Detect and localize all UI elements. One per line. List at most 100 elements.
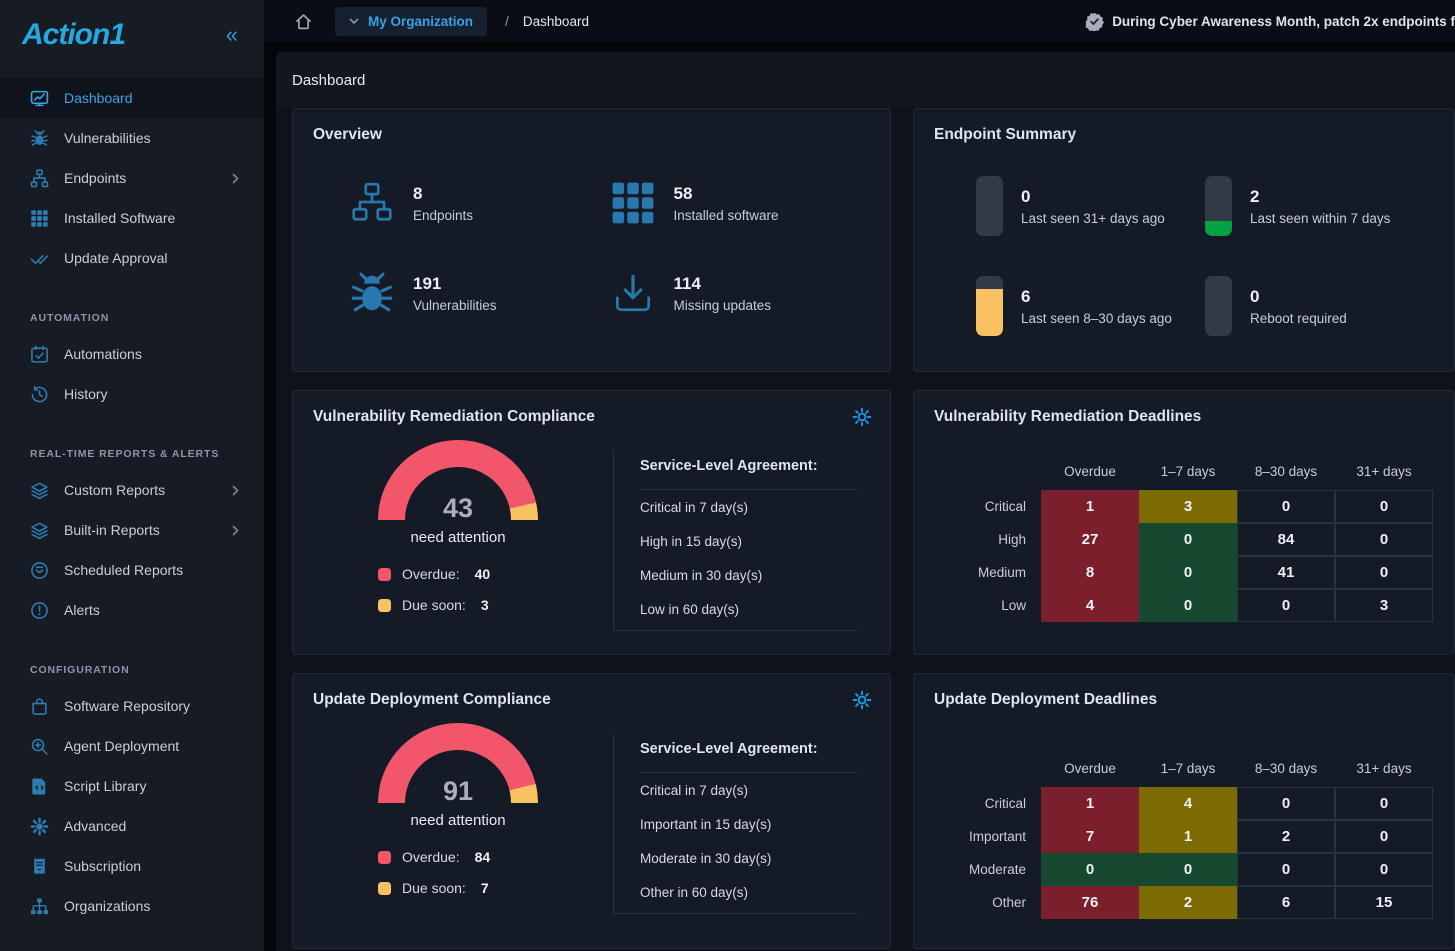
table-cell: 84 <box>1237 523 1335 556</box>
bag-icon <box>30 697 49 716</box>
sidebar-item-software-repository[interactable]: Software Repository <box>0 686 264 726</box>
sidebar-item-label: History <box>64 386 108 402</box>
invoice-icon <box>30 857 49 876</box>
org-chart-icon <box>30 897 49 916</box>
double-check-icon <box>30 249 49 268</box>
card-title: Endpoint Summary <box>934 126 1434 144</box>
stat-label: Vulnerabilities <box>413 298 497 313</box>
chevron-right-icon <box>232 525 240 536</box>
magnifier-plus-icon <box>30 737 49 756</box>
table-cell: 1 <box>1139 820 1237 853</box>
gauge-value: 43 <box>378 493 538 520</box>
action1-logo: Action1 <box>22 18 125 52</box>
network-icon <box>30 169 49 188</box>
sidebar-item-installed-software[interactable]: Installed Software <box>0 198 264 238</box>
stat-label: Last seen within 7 days <box>1250 211 1390 226</box>
table-cell: 0 <box>1335 820 1433 853</box>
sidebar-item-label: Agent Deployment <box>64 738 179 754</box>
sla-item: High in 15 day(s) <box>640 524 858 558</box>
row-label: Low <box>934 589 1041 622</box>
table-cell: 0 <box>1139 523 1237 556</box>
collapse-sidebar-icon[interactable]: « <box>226 24 244 46</box>
legend-due-soon: Due soon:7 <box>378 880 538 896</box>
stat-installed-software: 58Installed software <box>610 180 871 226</box>
sidebar-item-built-in-reports[interactable]: Built-in Reports <box>0 510 264 550</box>
stat-missing-updates: 114Missing updates <box>610 270 871 316</box>
update-deadlines-card: Update Deployment Deadlines Overdue 1–7 … <box>913 673 1455 949</box>
sidebar-item-label: Vulnerabilities <box>64 130 151 146</box>
chevron-right-icon <box>232 173 240 184</box>
card-settings-gear-icon[interactable] <box>852 407 872 427</box>
sidebar-item-custom-reports[interactable]: Custom Reports <box>0 470 264 510</box>
sidebar-item-subscription[interactable]: Subscription <box>0 846 264 886</box>
table-cell: 0 <box>1335 523 1433 556</box>
page-title: Dashboard <box>292 72 365 89</box>
table-cell: 4 <box>1139 787 1237 820</box>
page-header: Dashboard <box>276 52 1455 107</box>
layers-icon <box>30 481 49 500</box>
stat-vulnerabilities: 191Vulnerabilities <box>349 270 610 316</box>
stat-value: 114 <box>674 273 772 295</box>
sidebar-item-label: Software Repository <box>64 698 190 714</box>
card-settings-gear-icon[interactable] <box>852 690 872 710</box>
column-header: Overdue <box>1041 749 1139 787</box>
table-cell: 0 <box>1139 556 1237 589</box>
deadlines-table: Overdue 1–7 days 8–30 days 31+ days Crit… <box>934 749 1434 919</box>
half-donut-gauge: 43 <box>378 440 538 520</box>
sla-title: Service-Level Agreement: <box>640 741 858 773</box>
sidebar-section-automation: AUTOMATION <box>30 312 264 324</box>
sidebar-item-script-library[interactable]: Script Library <box>0 766 264 806</box>
calendar-check-icon <box>30 345 49 364</box>
sidebar-item-label: Installed Software <box>64 210 175 226</box>
endpoints-icon <box>349 180 395 226</box>
stat-last-seen-31: 0Last seen 31+ days ago <box>976 176 1205 236</box>
vuln-compliance-card: Vulnerability Remediation Compliance 43 … <box>292 390 891 655</box>
card-title: Vulnerability Remediation Deadlines <box>934 408 1434 426</box>
stat-reboot-required: 0Reboot required <box>1205 276 1434 336</box>
sla-item: Other in 60 day(s) <box>640 875 858 909</box>
compliance-gauge-block: 43 need attention Overdue:40 Due soon:3 <box>313 440 613 647</box>
table-cell: 1 <box>1041 787 1139 820</box>
table-cell: 0 <box>1041 853 1139 886</box>
row-label: High <box>934 523 1041 556</box>
stat-last-seen-7: 2Last seen within 7 days <box>1205 176 1434 236</box>
sidebar-item-organizations[interactable]: Organizations <box>0 886 264 926</box>
alert-circle-icon <box>30 601 49 620</box>
sidebar-item-label: Scheduled Reports <box>64 562 183 578</box>
update-compliance-card: Update Deployment Compliance 91 need att… <box>292 673 891 949</box>
deadlines-table: Overdue 1–7 days 8–30 days 31+ days Crit… <box>934 452 1434 622</box>
row-label: Critical <box>934 490 1041 523</box>
stat-endpoints: 8Endpoints <box>349 180 610 226</box>
organization-name: My Organization <box>368 14 473 29</box>
sidebar-item-scheduled-reports[interactable]: Scheduled Reports <box>0 550 264 590</box>
sidebar-item-vulnerabilities[interactable]: Vulnerabilities <box>0 118 264 158</box>
grid-icon <box>30 209 49 228</box>
history-icon <box>30 385 49 404</box>
sidebar-item-advanced[interactable]: Advanced <box>0 806 264 846</box>
vuln-deadlines-card: Vulnerability Remediation Deadlines Over… <box>913 390 1455 655</box>
sla-item: Moderate in 30 day(s) <box>640 841 858 875</box>
card-title: Update Deployment Compliance <box>313 691 870 709</box>
sidebar-item-endpoints[interactable]: Endpoints <box>0 158 264 198</box>
chevron-right-icon <box>232 485 240 496</box>
sidebar-nav: Dashboard Vulnerabilities Endpoints Inst… <box>0 78 264 926</box>
sidebar-item-agent-deployment[interactable]: Agent Deployment <box>0 726 264 766</box>
status-bar <box>1205 176 1232 236</box>
home-icon[interactable] <box>294 12 313 31</box>
sidebar-item-history[interactable]: History <box>0 374 264 414</box>
table-cell: 4 <box>1041 589 1139 622</box>
promo-banner[interactable]: During Cyber Awareness Month, patch 2x e… <box>1085 12 1455 31</box>
table-cell: 8 <box>1041 556 1139 589</box>
sidebar-item-automations[interactable]: Automations <box>0 334 264 374</box>
gear-icon <box>30 817 49 836</box>
organization-selector[interactable]: My Organization <box>335 7 487 36</box>
sidebar-item-label: Update Approval <box>64 250 168 266</box>
table-cell: 0 <box>1335 787 1433 820</box>
sidebar-item-update-approval[interactable]: Update Approval <box>0 238 264 278</box>
table-cell: 0 <box>1237 589 1335 622</box>
sidebar-item-label: Advanced <box>64 818 126 834</box>
table-cell: 2 <box>1237 820 1335 853</box>
sidebar-item-dashboard[interactable]: Dashboard <box>0 78 264 118</box>
stat-last-seen-8-30: 6Last seen 8–30 days ago <box>976 276 1205 336</box>
sidebar-item-alerts[interactable]: Alerts <box>0 590 264 630</box>
